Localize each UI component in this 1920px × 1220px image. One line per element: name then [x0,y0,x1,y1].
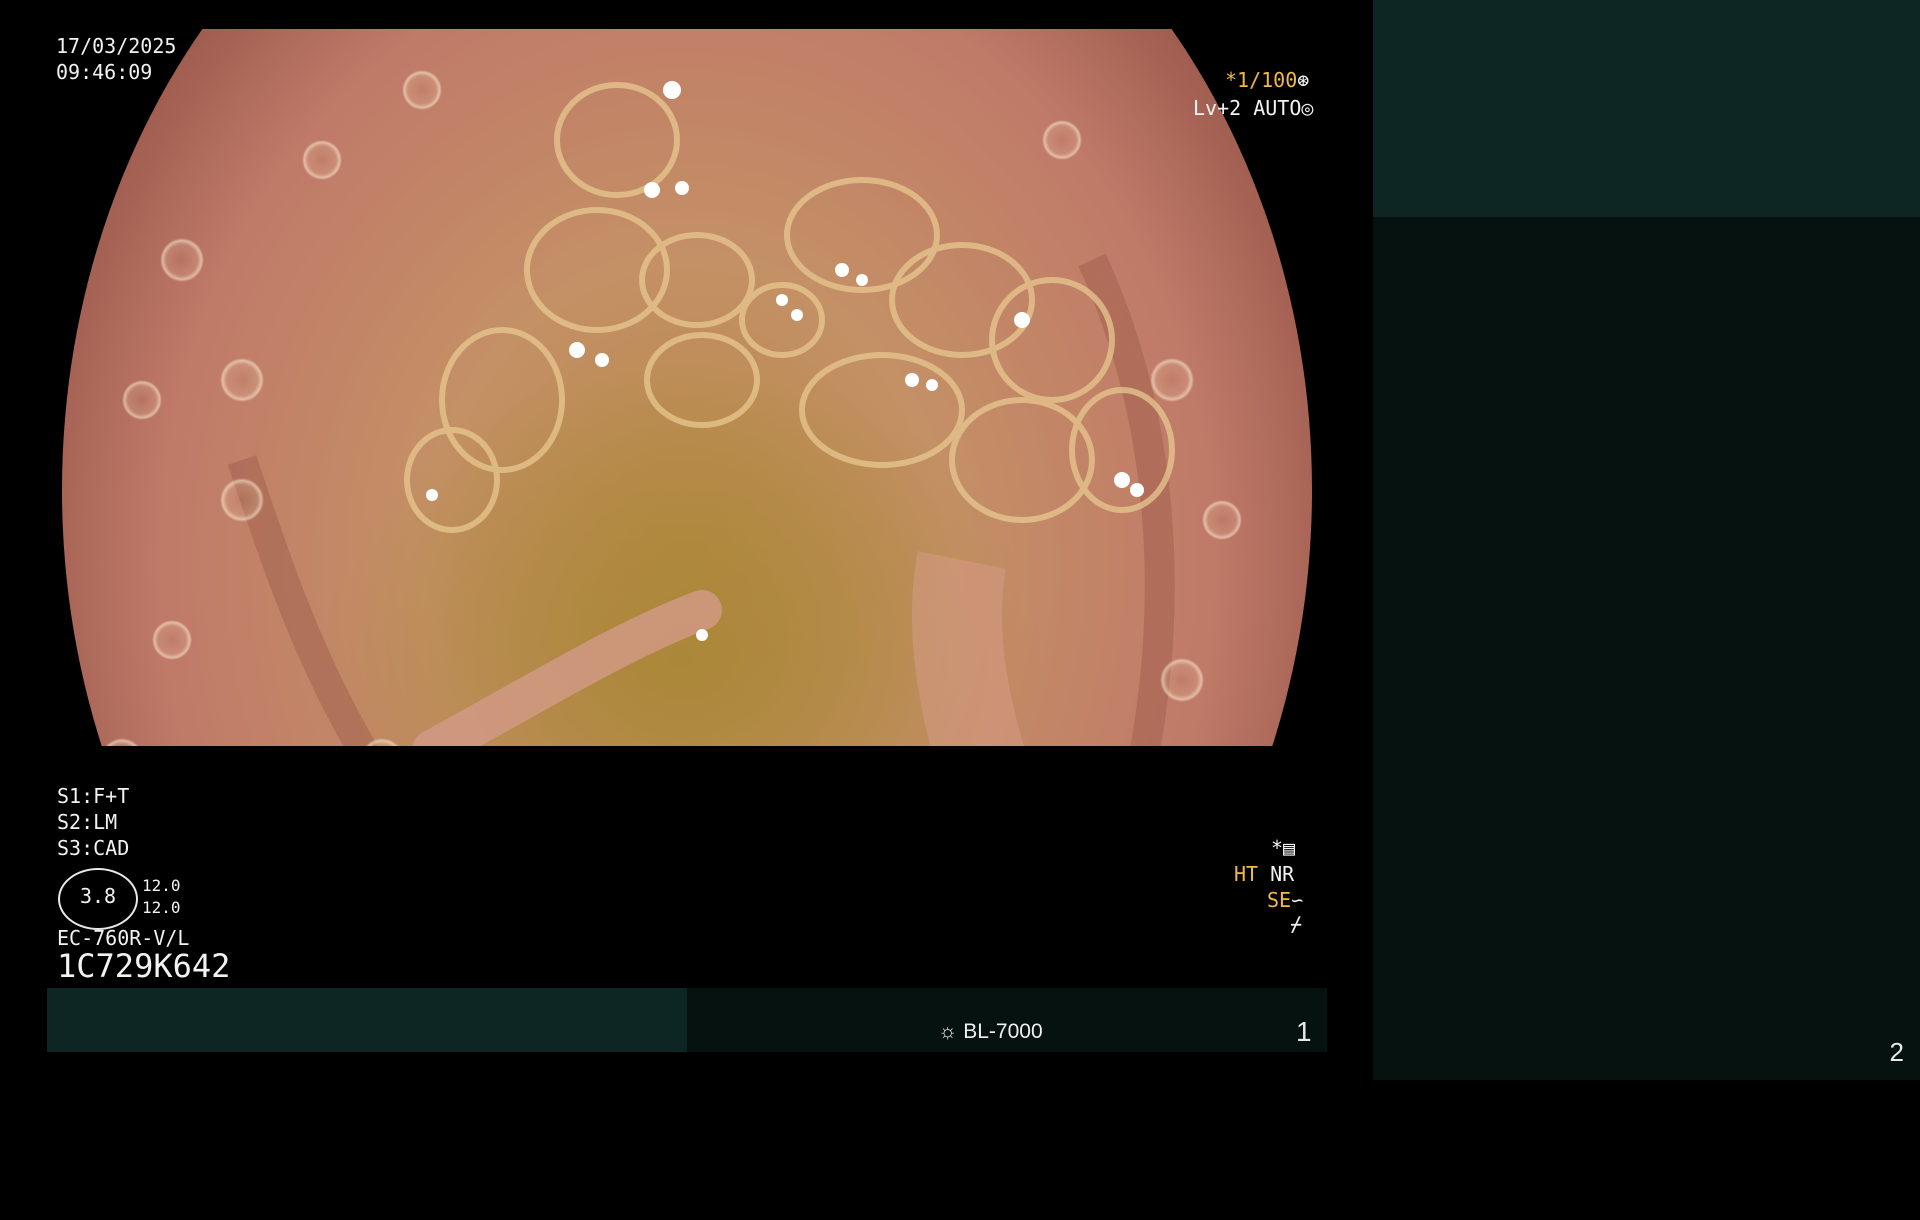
setting-s3: S3:CAD [57,836,129,860]
iris-icon: ◎ [1301,96,1314,120]
mode-se: SE∽ [1267,888,1303,912]
right-panel-bottom [1373,217,1920,1080]
date-text: 17/03/2025 [56,34,177,58]
shutter-text: *1/100 [1225,68,1298,92]
gauge-top-value: 12.0 [142,876,181,895]
record-icon: ⌿ [1290,912,1303,936]
gauge-dial: 3.8 [58,868,138,930]
gauge-bottom-value: 12.0 [142,898,181,917]
mode-ht-nr: HT NR [1234,862,1294,886]
setting-s1-key: S1: [57,784,94,808]
level-text: Lv+2 AUTO [1193,96,1302,120]
setting-s1-value: F+T [93,784,130,808]
mode-nr-text: NR [1270,862,1295,886]
page-number-right: 2 [1889,1037,1904,1067]
setting-s2-value: LM [93,810,118,834]
mode-star-text: * [1271,836,1284,860]
mode-ht-text: HT [1234,862,1259,886]
bottom-panel-left [47,988,687,1052]
setting-s2-key: S2: [57,810,94,834]
mode-se-text: SE [1267,888,1292,912]
right-panel-top [1373,0,1920,217]
level-readout: Lv+2 AUTO◎ [1193,96,1313,120]
menu-icon: ▤ [1283,836,1296,860]
setting-s3-key: S3: [57,836,94,860]
setting-s1: S1:F+T [57,784,129,808]
setting-s3-value: CAD [93,836,130,860]
page-number-left: 1 [1296,1016,1312,1047]
light-source-label: ☼ BL-7000 [938,1020,1043,1044]
tilde-icon: ∽ [1291,888,1304,912]
setting-s2: S2:LM [57,810,117,834]
scope-serial: 1C729K642 [57,947,231,985]
time-text: 09:46:09 [56,60,153,84]
shutter-readout: *1/100⊛ [1225,68,1309,92]
light-source-text: BL-7000 [963,1020,1043,1043]
mode-star: *▤ [1271,836,1295,860]
aperture-icon: ⊛ [1297,68,1310,92]
gauge-value: 3.8 [79,884,117,908]
sun-icon: ☼ [938,1020,958,1043]
